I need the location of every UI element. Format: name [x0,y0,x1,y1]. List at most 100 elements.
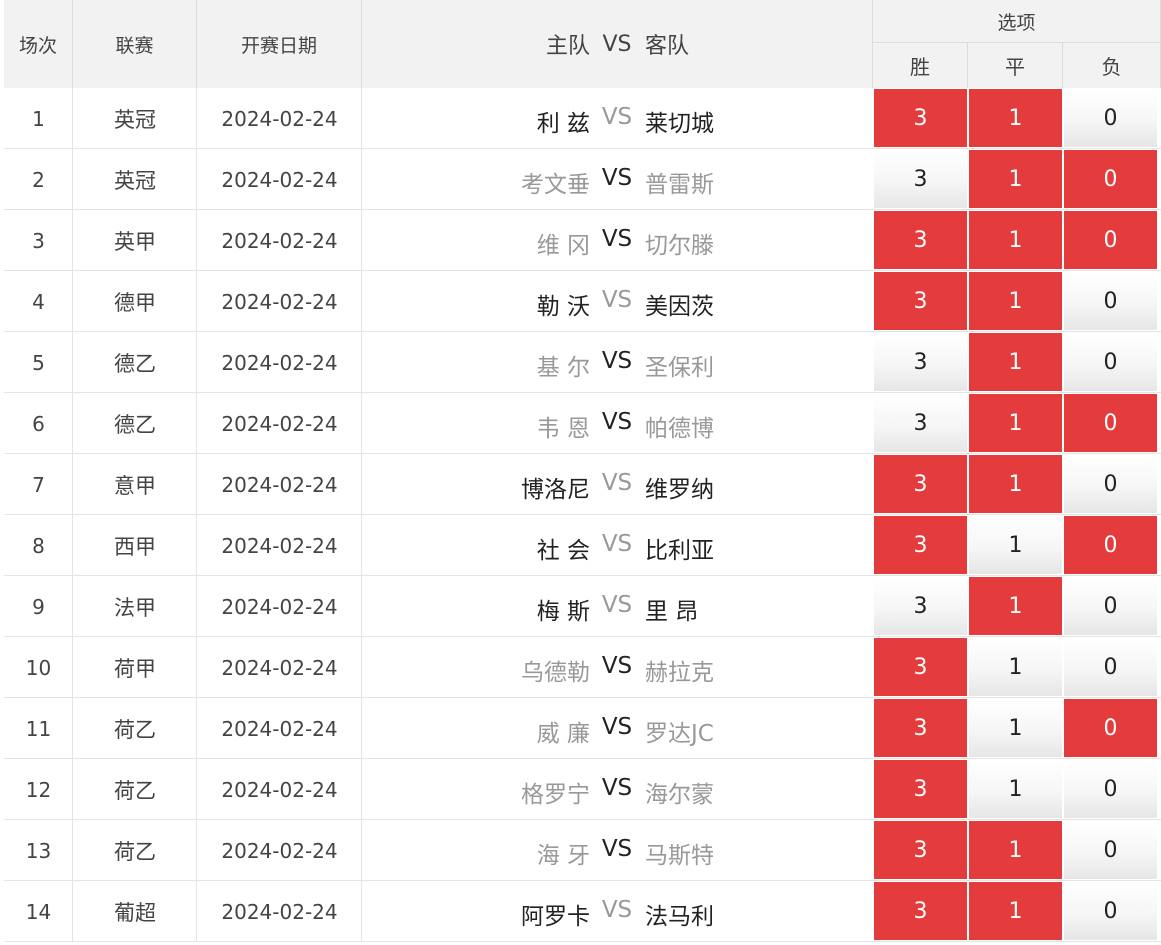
match-date: 2024-02-24 [221,350,338,375]
win-option[interactable]: 3 [874,272,967,330]
vs-label: VS [601,104,633,130]
draw-option[interactable]: 1 [969,638,1062,696]
round-number: 11 [25,716,52,741]
loss-option[interactable]: 0 [1064,455,1157,513]
win-option[interactable]: 3 [874,89,967,147]
win-option[interactable]: 3 [874,699,967,757]
draw-option[interactable]: 1 [969,394,1062,452]
league-name: 荷乙 [114,778,156,803]
loss-option[interactable]: 0 [1064,882,1157,940]
draw-option[interactable]: 1 [969,333,1062,391]
home-team: 基 尔 [536,355,590,381]
home-team: 阿罗卡 [521,904,590,930]
round-number: 14 [25,899,52,924]
loss-option[interactable]: 0 [1064,577,1157,635]
win-option[interactable]: 3 [874,638,967,696]
vs-label: VS [601,531,633,557]
league-name: 葡超 [114,900,156,925]
draw-option[interactable]: 1 [969,211,1062,269]
league-name: 德甲 [114,290,156,315]
header-win: 胜 [873,43,968,88]
win-option[interactable]: 3 [874,577,967,635]
away-team: 比利亚 [645,538,714,564]
away-team: 罗达JC [645,721,714,747]
round-number: 3 [32,228,45,253]
draw-option[interactable]: 1 [969,760,1062,818]
round-number: 12 [25,777,52,802]
league-name: 荷乙 [114,717,156,742]
match-date: 2024-02-24 [221,228,338,253]
loss-option[interactable]: 0 [1064,333,1157,391]
loss-option[interactable]: 0 [1064,150,1157,208]
win-option[interactable]: 3 [874,150,967,208]
vs-label: VS [601,775,633,801]
match-date: 2024-02-24 [221,594,338,619]
draw-option[interactable]: 1 [969,577,1062,635]
draw-option[interactable]: 1 [969,455,1062,513]
header-home: 主队 [545,34,590,59]
header-away: 客队 [645,34,690,59]
away-team: 切尔滕 [645,233,714,259]
draw-option[interactable]: 1 [969,821,1062,879]
draw-option[interactable]: 1 [969,89,1062,147]
away-team: 赫拉克 [645,660,714,686]
home-team: 勒 沃 [536,294,590,320]
win-option[interactable]: 3 [874,455,967,513]
away-team: 美因茨 [645,294,714,320]
loss-option[interactable]: 0 [1064,699,1157,757]
league-name: 英冠 [114,107,156,132]
league-name: 意甲 [114,473,156,498]
win-option[interactable]: 3 [874,211,967,269]
draw-option[interactable]: 1 [969,150,1062,208]
header-options: 选项 [873,0,1161,43]
match-date: 2024-02-24 [221,289,338,314]
win-option[interactable]: 3 [874,394,967,452]
win-option[interactable]: 3 [874,882,967,940]
loss-option[interactable]: 0 [1064,760,1157,818]
win-option[interactable]: 3 [874,516,967,574]
home-team: 韦 恩 [536,416,590,442]
league-name: 法甲 [114,595,156,620]
round-number: 13 [25,838,52,863]
loss-option[interactable]: 0 [1064,272,1157,330]
vs-label: VS [601,226,633,252]
vs-label: VS [601,409,633,435]
match-date: 2024-02-24 [221,411,338,436]
draw-option[interactable]: 1 [969,882,1062,940]
loss-option[interactable]: 0 [1064,516,1157,574]
loss-option[interactable]: 0 [1064,394,1157,452]
draw-option[interactable]: 1 [969,272,1062,330]
vs-label: VS [601,287,633,313]
league-name: 荷乙 [114,839,156,864]
match-date: 2024-02-24 [221,106,338,131]
away-team: 里 昂 [645,599,699,625]
away-team: 马斯特 [645,843,714,869]
home-team: 维 冈 [536,233,590,259]
round-number: 2 [32,167,45,192]
home-team: 威 廉 [536,721,590,747]
league-name: 英冠 [114,168,156,193]
loss-option[interactable]: 0 [1064,211,1157,269]
loss-option[interactable]: 0 [1064,821,1157,879]
header-date: 开赛日期 [197,0,362,88]
draw-option[interactable]: 1 [969,699,1062,757]
round-number: 6 [32,411,45,436]
vs-label: VS [601,592,633,618]
win-option[interactable]: 3 [874,821,967,879]
away-team: 海尔蒙 [645,782,714,808]
league-name: 德乙 [114,351,156,376]
loss-option[interactable]: 0 [1064,638,1157,696]
loss-option[interactable]: 0 [1064,89,1157,147]
win-option[interactable]: 3 [874,760,967,818]
header-round: 场次 [4,0,73,88]
home-team: 乌德勒 [521,660,590,686]
away-team: 法马利 [645,904,714,930]
win-option[interactable]: 3 [874,333,967,391]
league-name: 德乙 [114,412,156,437]
round-number: 1 [32,106,45,131]
header-draw: 平 [968,43,1063,88]
draw-option[interactable]: 1 [969,516,1062,574]
match-date: 2024-02-24 [221,777,338,802]
match-date: 2024-02-24 [221,167,338,192]
match-date: 2024-02-24 [221,716,338,741]
